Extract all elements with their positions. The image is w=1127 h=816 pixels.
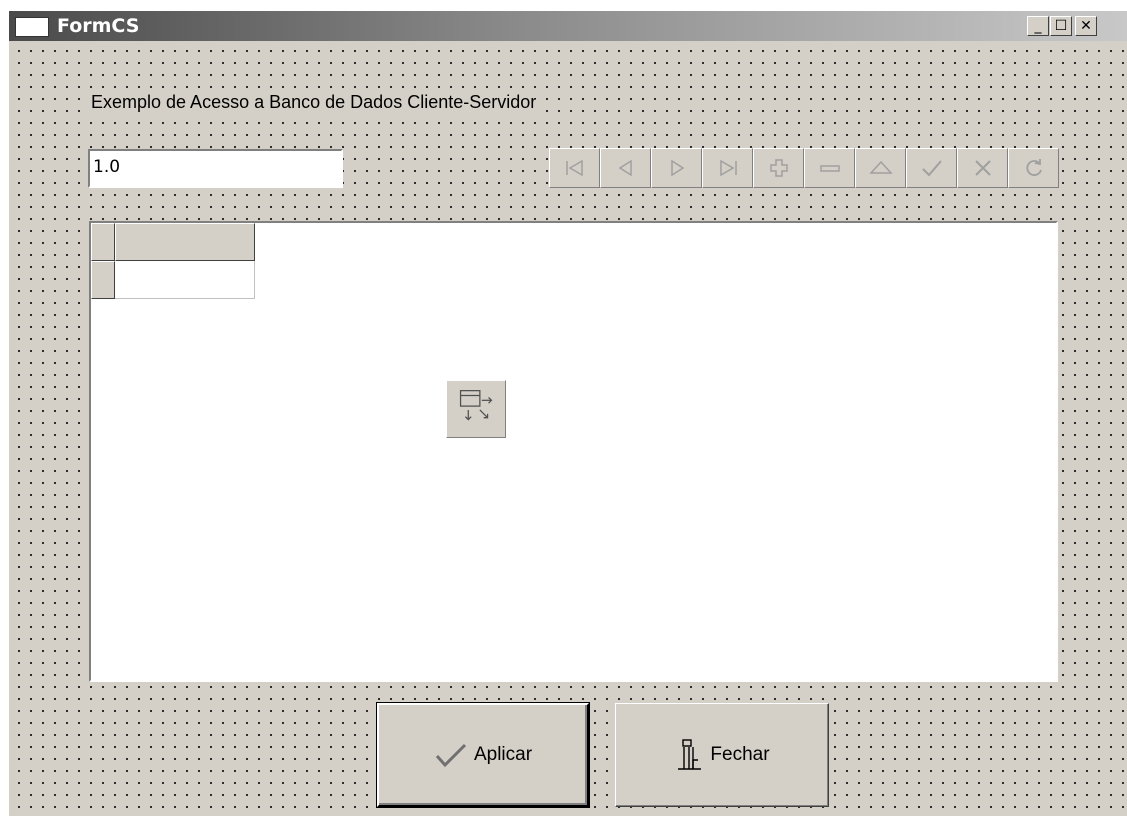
close-form-button[interactable]: Fechar [615,703,829,807]
cancel-record-icon [974,160,991,176]
next-record-icon [670,159,684,177]
nav-insert-button[interactable] [753,148,804,188]
nav-prior-button[interactable] [600,148,651,188]
checkmark-icon [435,743,467,768]
nav-cancel-button[interactable] [957,148,1008,188]
nav-refresh-button[interactable] [1008,148,1059,188]
edit-record-icon [868,160,893,174]
grid-column-header[interactable] [115,223,255,261]
window-title: FormCS [57,15,140,37]
datasource-icon [459,390,493,421]
door-exit-icon [678,739,702,770]
form-window: FormCS _ ☐ ✕ Exemplo de Acesso a Banco d… [8,10,1127,816]
window-icon [15,17,49,37]
delete-record-icon [819,165,840,172]
post-record-icon [921,160,942,177]
first-record-icon [565,159,583,177]
db-grid[interactable] [89,221,1058,682]
nav-last-button[interactable] [702,148,753,188]
edit-field[interactable]: 1.0 [88,149,343,188]
nav-post-button[interactable] [906,148,957,188]
nav-delete-button[interactable] [804,148,855,188]
last-record-icon [719,159,737,177]
grid-data-cell[interactable] [115,261,255,299]
insert-record-icon [769,159,788,177]
minimize-button[interactable]: _ [1027,16,1049,36]
grid-row-indicator[interactable] [91,261,115,299]
title-bar[interactable]: FormCS _ ☐ ✕ [9,11,1127,41]
refresh-record-icon [1025,159,1042,176]
form-label: Exemplo de Acesso a Banco de Dados Clien… [89,92,539,113]
close-button[interactable]: ✕ [1075,16,1097,36]
apply-button-label: Aplicar [473,744,533,765]
grid-corner-cell [91,223,115,261]
non-visual-component[interactable] [446,380,506,438]
prior-record-icon [618,159,632,177]
form-client-area: Exemplo de Acesso a Banco de Dados Clien… [9,41,1127,816]
db-navigator [549,148,1059,188]
close-form-button-label: Fechar [710,744,770,765]
nav-first-button[interactable] [549,148,600,188]
maximize-button[interactable]: ☐ [1050,16,1072,36]
nav-edit-button[interactable] [855,148,906,188]
nav-next-button[interactable] [651,148,702,188]
apply-button[interactable]: Aplicar [377,703,589,807]
